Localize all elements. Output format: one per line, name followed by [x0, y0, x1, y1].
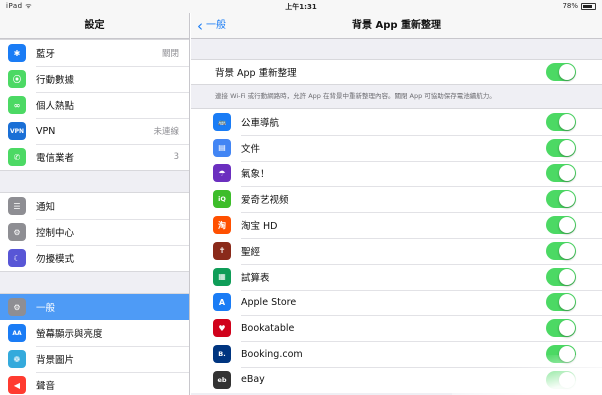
app-row: eb eBay — [191, 366, 602, 393]
hotspot-icon: ∞ — [8, 96, 26, 114]
sidebar-item[interactable]: ☾ 勿擾模式 — [0, 245, 189, 271]
sidebar-group: ✱ 藍牙 關閉 ⦿ 行動數據 ∞ 個人熱點 VPN VPN 未連線 ✆ 電信業者 3 — [0, 39, 189, 171]
bible-icon: ✝ — [213, 241, 231, 260]
sidebar-item-label: 螢幕顯示與亮度 — [36, 329, 103, 340]
app-refresh-toggle[interactable] — [546, 190, 576, 209]
app-refresh-toggle[interactable] — [546, 370, 576, 389]
sidebar-group: ⚙ 一般 AA 螢幕顯示與亮度 ❁ 背景圖片 ◀ 聲音 — [0, 293, 189, 395]
ebay-icon: eb — [213, 370, 231, 389]
sidebar-item-label: 聲音 — [36, 381, 56, 392]
app-row: ✝ 聖經 — [191, 237, 602, 264]
app-row: ▤ 文件 — [191, 134, 602, 161]
notifications-icon: ☰ — [8, 197, 26, 215]
sidebar-item-label: 行動數據 — [36, 75, 75, 86]
sidebar-item[interactable]: ✱ 藍牙 關閉 — [0, 40, 189, 66]
app-list: 🚌 公車導航 ▤ 文件 ☂ 氣象！ iQ 爱奇艺视频淘淘宝 HD ✝ 聖經 ▦ 試算表 A Apple S… — [191, 108, 602, 393]
app-refresh-toggle[interactable] — [546, 138, 576, 157]
sidebar-title: 設定 — [0, 13, 189, 39]
sidebar-group: ☰ 通知 ⚙ 控制中心 ☾ 勿擾模式 — [0, 192, 189, 272]
sidebar-item[interactable]: ❁ 背景圖片 — [0, 346, 189, 372]
app-row: B. Booking.com — [191, 341, 602, 367]
settings-sidebar: 設定 ✱ 藍牙 關閉 ⦿ 行動數據 ∞ 個人熱點 VPN VPN 未連線 ✆ 電信業者 3 ☰ 通知 ⚙ 控制中… — [0, 13, 190, 395]
app-row: A Apple Store — [191, 289, 602, 316]
taobao-icon: 淘 — [213, 216, 231, 235]
sidebar-item[interactable]: VPN VPN 未連線 — [0, 118, 189, 144]
nav-bar: ‹ 一般 背景 App 重新整理 — [191, 13, 602, 39]
app-refresh-toggle[interactable] — [546, 164, 576, 183]
app-refresh-toggle[interactable] — [546, 112, 576, 131]
app-row: 🚌 公車導航 — [191, 109, 602, 135]
sidebar-item-value: 未連線 — [153, 127, 179, 137]
sidebar-item[interactable]: ☰ 通知 — [0, 193, 189, 219]
phone-icon: ✆ — [8, 148, 26, 166]
sound-icon: ◀ — [8, 376, 26, 394]
wallpaper-icon: ❁ — [8, 350, 26, 368]
battery-icon — [581, 3, 596, 10]
sidebar-item-label: 通知 — [36, 202, 56, 213]
control-center-icon: ⚙ — [8, 223, 26, 241]
sidebar-item-value: 關閉 — [161, 49, 179, 59]
display-icon: AA — [8, 324, 26, 342]
app-refresh-toggle[interactable] — [546, 319, 576, 338]
status-bar: iPad ᯤ 上午1:31 78% — [0, 0, 602, 13]
sidebar-item-label: 背景圖片 — [36, 355, 75, 366]
app-refresh-toggle[interactable] — [546, 241, 576, 260]
sidebar-item-label: 電信業者 — [36, 153, 75, 164]
sidebar-item-label: 藍牙 — [36, 49, 56, 60]
sidebar-item-value: 3 — [173, 152, 179, 162]
app-refresh-toggle[interactable] — [546, 345, 576, 364]
app-row: iQ 爱奇艺视频 — [191, 186, 602, 212]
apple-store-icon: A — [213, 293, 231, 312]
master-refresh-toggle[interactable] — [546, 63, 576, 81]
app-refresh-toggle[interactable] — [546, 267, 576, 286]
page-title: 背景 App 重新整理 — [351, 20, 442, 31]
docs-icon: ▤ — [213, 138, 231, 157]
app-refresh-toggle[interactable] — [546, 293, 576, 312]
sidebar-item[interactable]: ✆ 電信業者 3 — [0, 144, 189, 170]
sidebar-item[interactable]: ⚙ 一般 — [0, 294, 189, 320]
sidebar-item[interactable]: ◀ 聲音 — [0, 372, 189, 395]
battery-percent: 78% — [562, 2, 578, 10]
master-refresh-row: 背景 App 重新整理 — [191, 59, 602, 85]
sidebar-item-label: 勿擾模式 — [36, 254, 75, 265]
app-row: 淘淘宝 HD — [191, 212, 602, 238]
sidebar-item-label: 一般 — [36, 303, 56, 314]
refresh-footnote: 連接 Wi-Fi 或行動網路時，允許 App 在背景中重新整理內容。關閉 App… — [215, 92, 496, 100]
moon-icon: ☾ — [8, 249, 26, 267]
sheets-icon: ▦ — [213, 267, 231, 286]
iqiyi-icon: iQ — [213, 190, 231, 209]
vpn-icon: VPN — [8, 122, 26, 140]
clock: 上午1:31 — [285, 3, 317, 11]
sidebar-item[interactable]: ∞ 個人熱點 — [0, 92, 189, 118]
sidebar-item-label: VPN — [36, 125, 56, 137]
master-refresh-label: 背景 App 重新整理 — [215, 68, 297, 79]
sidebar-item[interactable]: AA 螢幕顯示與亮度 — [0, 320, 189, 346]
cellular-icon: ⦿ — [8, 70, 26, 88]
sidebar-item-label: 控制中心 — [36, 228, 75, 239]
bluetooth-icon: ✱ — [8, 44, 26, 62]
sidebar-item-label: 個人熱點 — [36, 101, 75, 112]
app-row: ☂ 氣象！ — [191, 160, 602, 187]
app-row: ▦ 試算表 — [191, 263, 602, 290]
app-refresh-toggle[interactable] — [546, 216, 576, 235]
app-row: ♥ Bookatable — [191, 315, 602, 341]
bookatable-icon: ♥ — [213, 319, 231, 338]
gear-icon: ⚙ — [8, 298, 26, 316]
sidebar-item[interactable]: ⦿ 行動數據 — [0, 66, 189, 92]
booking-icon: B. — [213, 345, 231, 364]
sidebar-item[interactable]: ⚙ 控制中心 — [0, 219, 189, 245]
bus-icon: 🚌 — [213, 112, 231, 131]
detail-pane: ‹ 一般 背景 App 重新整理 背景 App 重新整理 連接 Wi-Fi 或行… — [191, 13, 602, 395]
yahoo-weather-icon: ☂ — [213, 164, 231, 183]
